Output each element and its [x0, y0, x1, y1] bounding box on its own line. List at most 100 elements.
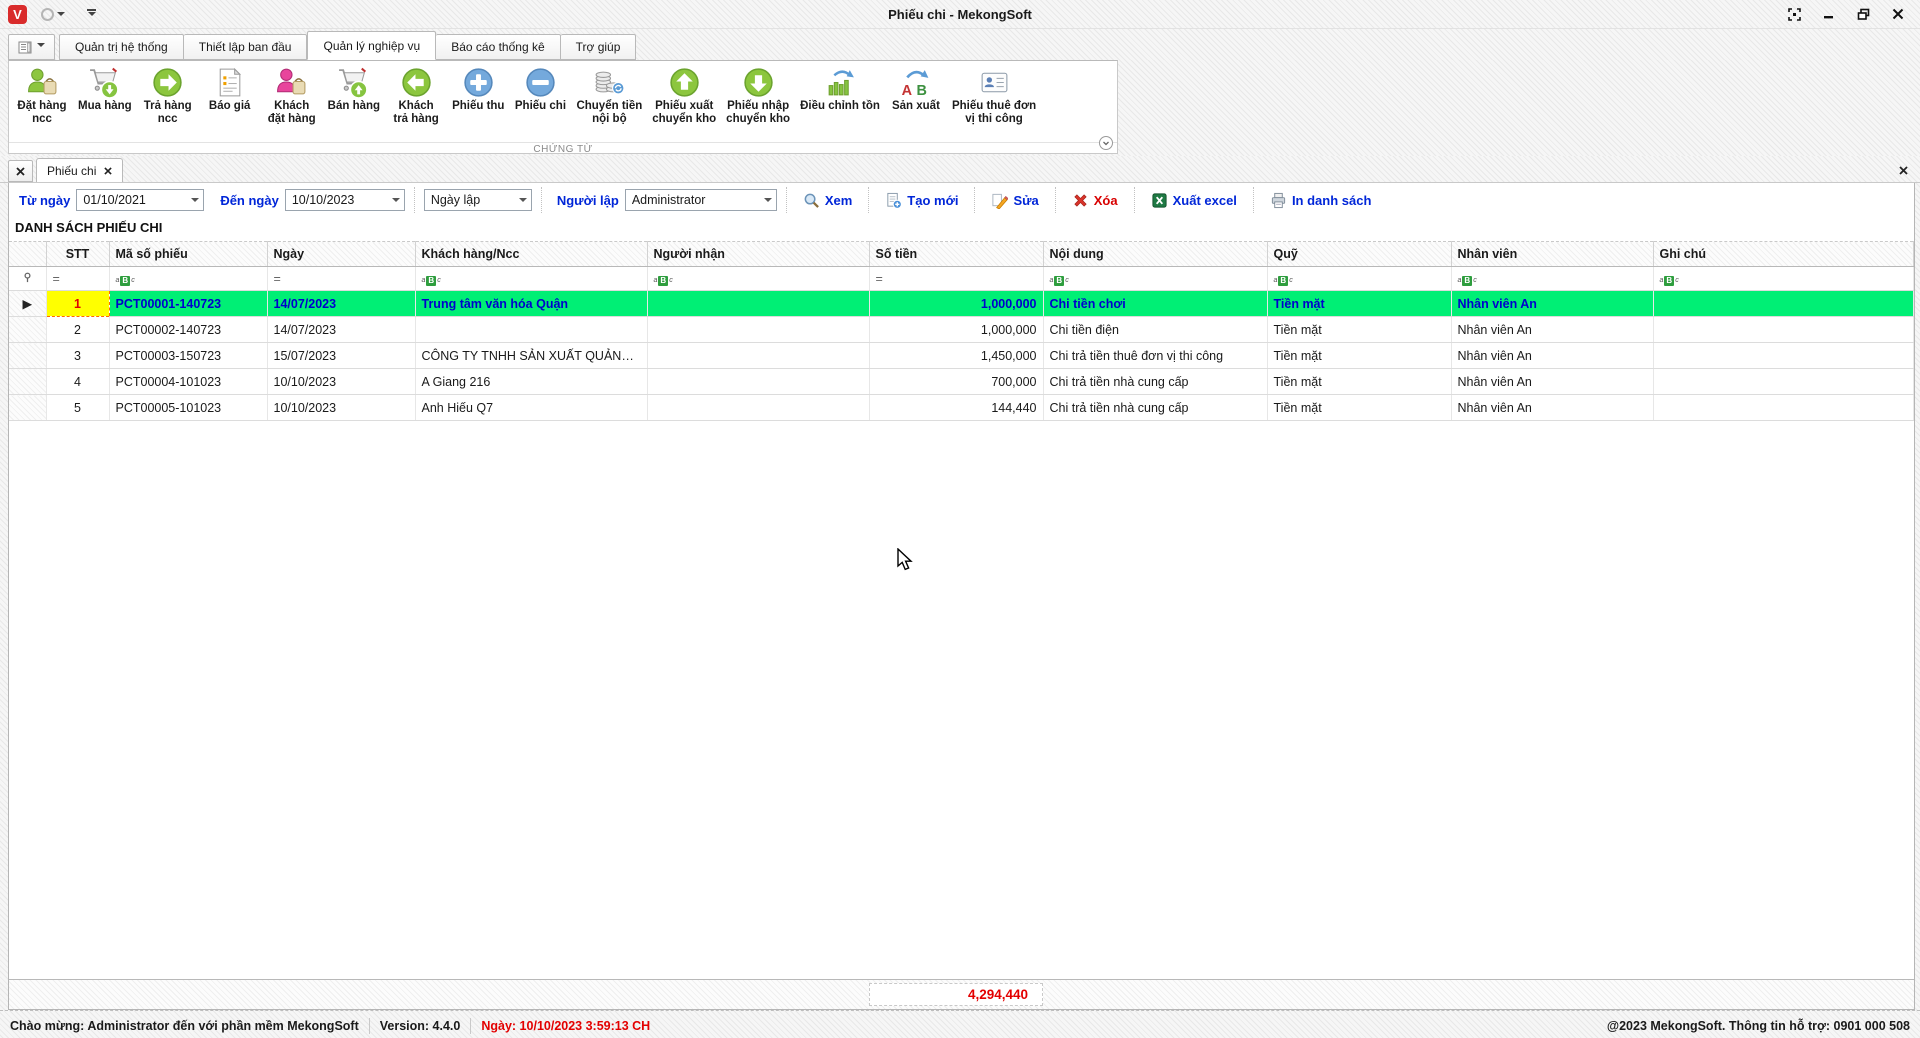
filter-cell-ghi-chu[interactable]: aBc: [1653, 266, 1914, 291]
cell-ngay[interactable]: 10/10/2023: [267, 368, 416, 395]
ribbon-item-san-xuat[interactable]: AB Sản xuất: [885, 64, 947, 142]
cell-nguoi-nhan[interactable]: [647, 368, 870, 395]
close-button[interactable]: [1892, 8, 1904, 20]
cell-ghi-chu[interactable]: [1653, 290, 1914, 317]
cell-nguoi-nhan[interactable]: [647, 316, 870, 343]
cell-stt[interactable]: 4: [46, 368, 110, 395]
table-row[interactable]: 2 PCT00002-140723 14/07/2023 1,000,000 C…: [9, 316, 1914, 343]
quick-access-circle-button[interactable]: [41, 7, 65, 21]
table-row[interactable]: 4 PCT00004-101023 10/10/2023 A Giang 216…: [9, 368, 1914, 395]
xuat-excel-button[interactable]: Xuất excel: [1144, 189, 1244, 212]
cell-ngay[interactable]: 14/07/2023: [267, 316, 416, 343]
cell-ma-so-phieu[interactable]: PCT00003-150723: [109, 342, 268, 369]
column-header-nhan-vien[interactable]: Nhân viên: [1451, 241, 1654, 267]
cell-ghi-chu[interactable]: [1653, 342, 1914, 369]
cell-nguoi-nhan[interactable]: [647, 342, 870, 369]
cell-khach-hang[interactable]: Trung tâm văn hóa Quận: [415, 290, 648, 317]
cell-noi-dung[interactable]: Chi trả tiền nhà cung cấp: [1043, 394, 1268, 421]
ribbon-item-ban-hang[interactable]: Bán hàng: [323, 64, 385, 142]
tao-moi-button[interactable]: Tạo mới: [878, 189, 965, 212]
cell-stt[interactable]: 1: [45, 290, 110, 317]
document-tab-phieu-chi[interactable]: Phiếu chi: [36, 158, 124, 182]
ribbon-item-chuyen-tien-noi-bo[interactable]: Chuyển tiền nội bộ: [571, 64, 647, 142]
ribbon-item-phieu-xuat-chuyen-kho[interactable]: Phiếu xuất chuyển kho: [647, 64, 721, 142]
cell-noi-dung[interactable]: Chi trả tiền nhà cung cấp: [1043, 368, 1268, 395]
cell-ghi-chu[interactable]: [1653, 394, 1914, 421]
cell-so-tien[interactable]: 144,440: [869, 394, 1044, 421]
cell-quy[interactable]: Tiền mặt: [1267, 290, 1452, 317]
filter-cell-nguoi-nhan[interactable]: aBc: [647, 266, 870, 291]
cell-ghi-chu[interactable]: [1653, 316, 1914, 343]
cell-so-tien[interactable]: 700,000: [869, 368, 1044, 395]
tu-ngay-datepicker[interactable]: 01/10/2021: [76, 189, 205, 211]
filter-cell-ma-so-phieu[interactable]: aBc: [109, 266, 268, 291]
cell-nguoi-nhan[interactable]: [647, 394, 870, 421]
table-row[interactable]: 3 PCT00003-150723 15/07/2023 CÔNG TY TNH…: [9, 342, 1914, 369]
menu-tab-thiet-lap-ban-dau[interactable]: Thiết lập ban đầu: [183, 34, 308, 60]
sua-button[interactable]: Sửa: [984, 189, 1045, 212]
close-all-tabs-button[interactable]: [8, 160, 33, 182]
fullscreen-button[interactable]: [1788, 7, 1801, 21]
cell-khach-hang[interactable]: CÔNG TY TNHH SẢN XUẤT QUẢNG...: [415, 342, 648, 369]
column-header-quy[interactable]: Quỹ: [1267, 241, 1452, 267]
menu-tab-tro-giup[interactable]: Trợ giúp: [560, 34, 637, 60]
column-header-nguoi-nhan[interactable]: Người nhận: [647, 241, 870, 267]
cell-stt[interactable]: 3: [46, 342, 110, 369]
cell-ngay[interactable]: 10/10/2023: [267, 394, 416, 421]
cell-so-tien[interactable]: 1,000,000: [869, 316, 1044, 343]
filter-cell-noi-dung[interactable]: aBc: [1043, 266, 1268, 291]
filter-cell-quy[interactable]: aBc: [1267, 266, 1452, 291]
cell-noi-dung[interactable]: Chi tiền chơi: [1043, 290, 1268, 317]
filter-cell-nhan-vien[interactable]: aBc: [1451, 266, 1654, 291]
cell-noi-dung[interactable]: Chi trả tiền thuê đơn vị thi công: [1043, 342, 1268, 369]
column-header-so-tien[interactable]: Số tiền: [869, 241, 1044, 267]
nguoi-lap-select[interactable]: Administrator: [624, 189, 777, 211]
ribbon-item-phieu-thu[interactable]: Phiếu thu: [447, 64, 509, 142]
cell-nguoi-nhan[interactable]: [647, 290, 870, 317]
ribbon-item-phieu-chi[interactable]: Phiếu chi: [509, 64, 571, 142]
xoa-button[interactable]: Xóa: [1065, 189, 1125, 212]
xem-button[interactable]: Xem: [796, 189, 859, 212]
ribbon-collapse-button[interactable]: [1099, 136, 1113, 150]
ribbon-item-phieu-thue-don-vi-thi-cong[interactable]: Phiếu thuê đơn vị thi công: [947, 64, 1041, 142]
cell-ma-so-phieu[interactable]: PCT00005-101023: [109, 394, 268, 421]
column-header-ma-so-phieu[interactable]: Mã số phiếu: [109, 241, 268, 267]
cell-khach-hang[interactable]: Anh Hiếu Q7: [415, 394, 648, 421]
in-danh-sach-button[interactable]: In danh sách: [1263, 189, 1378, 212]
cell-quy[interactable]: Tiền mặt: [1267, 394, 1452, 421]
ribbon-item-tra-hang-ncc[interactable]: Trả hàng ncc: [137, 64, 199, 142]
cell-nhan-vien[interactable]: Nhân viên An: [1451, 290, 1654, 317]
column-header-stt[interactable]: STT: [46, 241, 110, 267]
cell-stt[interactable]: 2: [46, 316, 110, 343]
ribbon-item-khach-tra-hang[interactable]: Khách trả hàng: [385, 64, 447, 142]
cell-noi-dung[interactable]: Chi tiền điện: [1043, 316, 1268, 343]
close-tab-icon[interactable]: [104, 166, 113, 175]
toolbar-customize-button[interactable]: [87, 8, 96, 20]
table-row[interactable]: 5 PCT00005-101023 10/10/2023 Anh Hiếu Q7…: [9, 394, 1914, 421]
close-strip-button[interactable]: [1899, 166, 1914, 182]
cell-ngay[interactable]: 15/07/2023: [267, 342, 416, 369]
menu-tab-quan-tri-he-thong[interactable]: Quản trị hệ thống: [59, 34, 184, 60]
cell-nhan-vien[interactable]: Nhân viên An: [1451, 342, 1654, 369]
cell-khach-hang[interactable]: [415, 316, 648, 343]
cell-ma-so-phieu[interactable]: PCT00004-101023: [109, 368, 268, 395]
cell-nhan-vien[interactable]: Nhân viên An: [1451, 316, 1654, 343]
cell-ma-so-phieu[interactable]: PCT00001-140723: [109, 290, 268, 317]
column-header-ghi-chu[interactable]: Ghi chú: [1653, 241, 1914, 267]
cell-so-tien[interactable]: 1,000,000: [869, 290, 1044, 317]
filter-cell-ngay[interactable]: =: [267, 266, 416, 291]
filter-cell-stt[interactable]: =: [46, 266, 110, 291]
cell-nhan-vien[interactable]: Nhân viên An: [1451, 368, 1654, 395]
app-menu-button[interactable]: [8, 34, 55, 60]
column-header-noi-dung[interactable]: Nội dung: [1043, 241, 1268, 267]
cell-quy[interactable]: Tiền mặt: [1267, 342, 1452, 369]
den-ngay-datepicker[interactable]: 10/10/2023: [284, 189, 405, 211]
ngay-lap-select[interactable]: Ngày lập: [423, 189, 532, 211]
cell-ma-so-phieu[interactable]: PCT00002-140723: [109, 316, 268, 343]
cell-stt[interactable]: 5: [46, 394, 110, 421]
ribbon-item-bao-gia[interactable]: Báo giá: [199, 64, 261, 142]
menu-tab-bao-cao-thong-ke[interactable]: Báo cáo thống kê: [436, 34, 561, 60]
cell-quy[interactable]: Tiền mặt: [1267, 316, 1452, 343]
menu-tab-quan-ly-nghiep-vu[interactable]: Quản lý nghiệp vụ: [307, 31, 437, 60]
filter-cell-khach-hang[interactable]: aBc: [415, 266, 648, 291]
